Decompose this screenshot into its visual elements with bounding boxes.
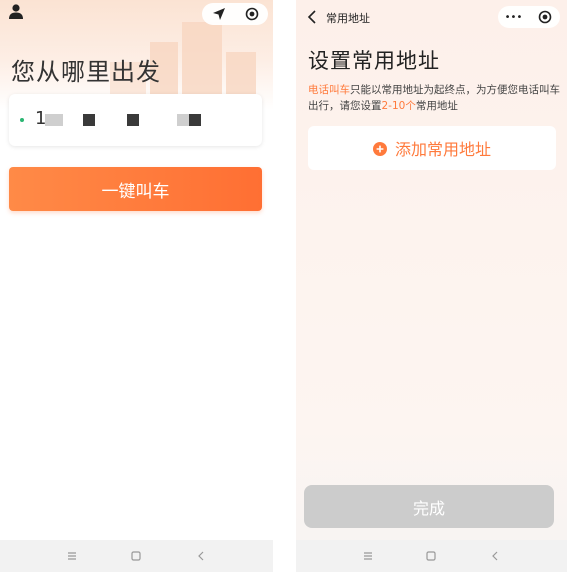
- city-decoration: [182, 22, 222, 102]
- system-nav-bar: [0, 540, 273, 572]
- home-icon[interactable]: [423, 548, 439, 564]
- ride-hail-home-screen: 您从哪里出发 1 一键叫车: [0, 0, 273, 572]
- common-address-screen: 常用地址 ••• 设置常用地址 电话叫车只能以常用地址为起终点，为方便您电话叫车…: [296, 0, 567, 572]
- desc-part-2: 常用地址: [415, 100, 458, 112]
- redacted-text: [83, 114, 95, 126]
- add-address-label: 添加常用地址: [394, 140, 491, 159]
- done-button[interactable]: 完成: [304, 485, 554, 528]
- location-arrow-icon[interactable]: [208, 4, 230, 24]
- target-icon[interactable]: [534, 7, 556, 27]
- system-nav-bar: [296, 540, 567, 572]
- plus-circle-icon: [372, 141, 387, 156]
- description-text: 电话叫车只能以常用地址为起终点，为方便您电话叫车出行，请您设置2-10个常用地址: [308, 82, 560, 114]
- highlight-phone-call: 电话叫车: [308, 84, 350, 96]
- origin-dot-icon: [20, 118, 24, 122]
- redacted-text: [45, 114, 63, 126]
- back-chevron-icon[interactable]: [306, 9, 320, 25]
- back-icon[interactable]: [193, 548, 209, 564]
- one-tap-call-button[interactable]: 一键叫车: [9, 167, 262, 211]
- redacted-text: [127, 114, 139, 126]
- settings-title: 设置常用地址: [308, 49, 440, 73]
- redacted-text: [189, 114, 201, 126]
- mini-program-capsule: [202, 3, 268, 25]
- target-icon[interactable]: [241, 4, 263, 24]
- departure-address-card[interactable]: 1: [9, 94, 262, 146]
- menu-icon[interactable]: [64, 548, 80, 564]
- back-icon[interactable]: [487, 548, 503, 564]
- home-icon[interactable]: [128, 548, 144, 564]
- add-address-button[interactable]: 添加常用地址: [308, 126, 556, 170]
- more-dots-icon[interactable]: •••: [503, 7, 525, 27]
- page-title: 您从哪里出发: [11, 58, 161, 86]
- highlight-count: 2-10个: [381, 100, 416, 112]
- page-header-title: 常用地址: [326, 12, 370, 25]
- redacted-text: [177, 114, 189, 126]
- mini-program-capsule: •••: [498, 6, 560, 28]
- avatar-icon[interactable]: [6, 2, 26, 22]
- menu-icon[interactable]: [360, 548, 376, 564]
